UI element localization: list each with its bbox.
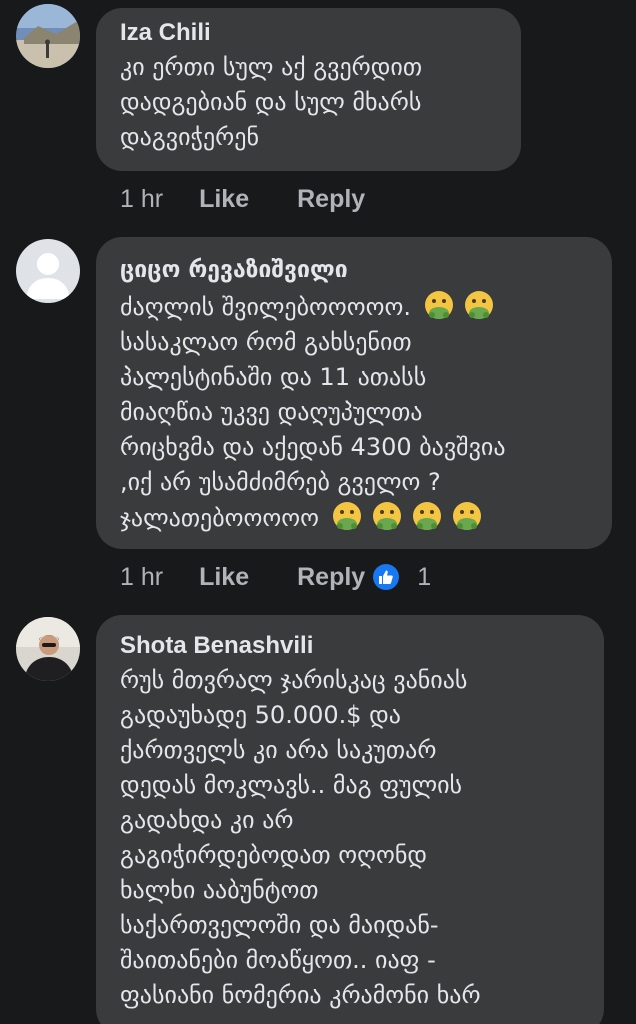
- nauseated-face-icon: [424, 291, 453, 319]
- reaction-count: 1: [417, 562, 432, 591]
- comment-text-line: ჯალათებოოოოო: [120, 504, 319, 532]
- nauseated-face-icon: [372, 502, 401, 530]
- nauseated-face-icon: [332, 502, 361, 530]
- emoji-group: [419, 291, 499, 321]
- reply-button[interactable]: Reply: [297, 185, 365, 214]
- comment-author[interactable]: Iza Chili: [120, 18, 497, 48]
- comment-text: რუს მთვრალ ჯარისკაც ვანიას გადაუხადე 50.…: [120, 666, 481, 1009]
- nauseated-face-icon: [412, 502, 441, 530]
- comment-time[interactable]: 1 hr: [120, 185, 163, 214]
- comment-actions: 1 hr Like Reply: [120, 182, 413, 216]
- like-button[interactable]: Like: [199, 185, 249, 214]
- reaction-summary[interactable]: 1: [373, 563, 431, 592]
- comment-bubble: Shota Benashvili რუს მთვრალ ჯარისკაც ვან…: [96, 615, 604, 1024]
- nauseated-face-icon: [452, 502, 481, 530]
- comment-text-middle: სასაკლაო რომ გახსენით პალესტინაში და 11 …: [120, 328, 506, 496]
- avatar[interactable]: [16, 4, 80, 68]
- comment-author[interactable]: ციცო რევაზიშვილი: [120, 255, 588, 285]
- comment-bubble: ციცო რევაზიშვილი ძაღლის შვილებოოოოო. სას…: [96, 237, 612, 549]
- comment-text: კი ერთი სულ აქ გვერდით დადგებიან და სულ …: [120, 53, 423, 151]
- comment-bubble: Iza Chili კი ერთი სულ აქ გვერდით დადგები…: [96, 8, 521, 171]
- avatar[interactable]: [16, 617, 80, 681]
- comment-time[interactable]: 1 hr: [120, 563, 163, 592]
- avatar-default[interactable]: [16, 239, 80, 303]
- like-button[interactable]: Like: [199, 563, 249, 592]
- comment-text: ძაღლის შვილებოოოოო. სასაკლაო რომ გახსენი…: [120, 289, 588, 536]
- emoji-group: [327, 502, 487, 532]
- comment-text-line: ძაღლის შვილებოოოოო.: [120, 293, 411, 321]
- like-reaction-icon: [373, 564, 400, 590]
- default-avatar-icon: [16, 239, 80, 303]
- comment-actions: 1 hr Like Reply 1: [120, 560, 431, 594]
- comment-author[interactable]: Shota Benashvili: [120, 631, 580, 661]
- reply-button[interactable]: Reply: [297, 563, 365, 592]
- nauseated-face-icon: [464, 291, 493, 319]
